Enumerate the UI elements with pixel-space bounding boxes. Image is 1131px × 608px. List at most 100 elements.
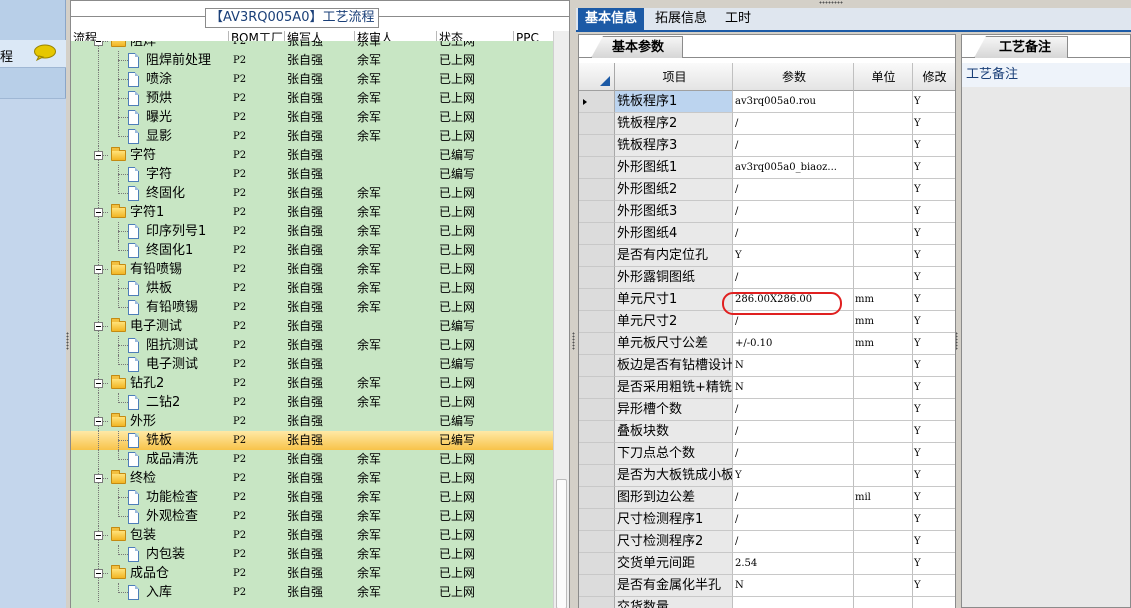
tree-node[interactable]: 入库 <box>71 583 229 602</box>
grid-row[interactable]: 外形图纸3/ Y <box>579 201 955 223</box>
grid-corner[interactable] <box>579 63 615 91</box>
grid-row[interactable]: 交货数量 <box>579 597 955 608</box>
tree-node[interactable]: 外观检查 <box>71 507 229 526</box>
grid-row[interactable]: 是否有内定位孔 Y Y <box>579 245 955 267</box>
modify-cell[interactable]: Y <box>913 421 955 443</box>
tree-row[interactable]: 包装 P2 张自强 余军 已上网 <box>71 526 554 545</box>
unit-cell[interactable] <box>854 91 913 113</box>
modify-cell[interactable]: Y <box>913 179 955 201</box>
unit-cell[interactable]: mil <box>854 487 913 509</box>
tree-row[interactable]: 电子测试 P2 张自强 已编写 <box>71 355 554 374</box>
modify-cell[interactable]: Y <box>913 135 955 157</box>
param-cell[interactable]: +/-0.10 <box>733 333 854 355</box>
unit-cell[interactable] <box>854 135 913 157</box>
param-cell[interactable]: / <box>733 311 854 333</box>
tree-node[interactable]: 电子测试 <box>71 317 229 336</box>
unit-cell[interactable] <box>854 245 913 267</box>
modify-cell[interactable]: Y <box>913 487 955 509</box>
tree-node[interactable]: 终固化1 <box>71 241 229 260</box>
row-selector[interactable] <box>579 267 615 289</box>
row-selector[interactable] <box>579 355 615 377</box>
collapse-toggle-icon[interactable] <box>94 474 103 483</box>
grid-row[interactable]: 叠板块数 / Y <box>579 421 955 443</box>
grid-row[interactable]: 外形图纸2/ Y <box>579 179 955 201</box>
tree-node[interactable]: 喷涂 <box>71 70 229 89</box>
param-cell[interactable]: 2.54 <box>733 553 854 575</box>
unit-cell[interactable] <box>854 377 913 399</box>
row-selector[interactable] <box>579 399 615 421</box>
unit-cell[interactable]: mm <box>854 311 913 333</box>
grid-row[interactable]: 单元板尺寸公差 +/-0.10 mm Y <box>579 333 955 355</box>
tree-node[interactable]: 烘板 <box>71 279 229 298</box>
grid-header-modify[interactable]: 修改 <box>913 63 955 91</box>
tree-node[interactable]: 字符 <box>71 165 229 184</box>
tree-node[interactable]: 印序列号1 <box>71 222 229 241</box>
row-selector[interactable] <box>579 487 615 509</box>
grid-row[interactable]: 铣板程序3/ Y <box>579 135 955 157</box>
tree-row[interactable]: 外观检查 P2 张自强 余军 已上网 <box>71 507 554 526</box>
tree-vertical-scrollbar[interactable] <box>553 31 569 608</box>
tree-row[interactable]: 铣板 P2 张自强 已编写 <box>71 431 554 450</box>
unit-cell[interactable] <box>854 443 913 465</box>
param-cell[interactable]: N <box>733 377 854 399</box>
tree-row[interactable]: 终固化1 P2 张自强 余军 已上网 <box>71 241 554 260</box>
param-cell[interactable]: / <box>733 267 854 289</box>
unit-cell[interactable] <box>854 421 913 443</box>
process-notes-body[interactable] <box>962 87 1130 607</box>
modify-cell[interactable]: Y <box>913 201 955 223</box>
param-cell[interactable]: av3rq005a0_biaoz... <box>733 157 854 179</box>
grid-header-unit[interactable]: 单位 <box>854 63 913 91</box>
row-selector[interactable] <box>579 377 615 399</box>
tree-node[interactable]: 预烘 <box>71 89 229 108</box>
unit-cell[interactable] <box>854 575 913 597</box>
tree-row[interactable]: 预烘 P2 张自强 余军 已上网 <box>71 89 554 108</box>
tree-row[interactable]: 电子测试 P2 张自强 已编写 <box>71 317 554 336</box>
unit-cell[interactable] <box>854 355 913 377</box>
row-selector[interactable] <box>579 245 615 267</box>
tree-row[interactable]: 烘板 P2 张自强 余军 已上网 <box>71 279 554 298</box>
grid-row[interactable]: 尺寸检测程序1/ Y <box>579 509 955 531</box>
param-cell[interactable]: / <box>733 399 854 421</box>
modify-cell[interactable]: Y <box>913 91 955 113</box>
tree-node[interactable]: 阻焊 <box>71 41 229 51</box>
tree-row[interactable]: 有铅喷锡 P2 张自强 余军 已上网 <box>71 260 554 279</box>
grid-row[interactable]: 外形图纸1 av3rq005a0_biaoz... Y <box>579 157 955 179</box>
collapse-toggle-icon[interactable] <box>94 208 103 217</box>
modify-cell[interactable]: Y <box>913 333 955 355</box>
modify-cell[interactable]: Y <box>913 443 955 465</box>
tree-node[interactable]: 钻孔2 <box>71 374 229 393</box>
param-cell[interactable]: / <box>733 179 854 201</box>
tree-row[interactable]: 外形 P2 张自强 已编写 <box>71 412 554 431</box>
tree-row[interactable]: 终固化 P2 张自强 余军 已上网 <box>71 184 554 203</box>
row-selector[interactable] <box>579 223 615 245</box>
tree-row[interactable]: 显影 P2 张自强 余军 已上网 <box>71 127 554 146</box>
tree-node[interactable]: 外形 <box>71 412 229 431</box>
row-selector[interactable] <box>579 91 615 113</box>
row-selector[interactable] <box>579 509 615 531</box>
grid-row[interactable]: 尺寸检测程序2/ Y <box>579 531 955 553</box>
tree-row[interactable]: 成品仓 P2 张自强 余军 已上网 <box>71 564 554 583</box>
tree-row[interactable]: 字符 P2 张自强 已编写 <box>71 146 554 165</box>
unit-cell[interactable] <box>854 597 913 608</box>
grid-row[interactable]: 单元尺寸2/mm Y <box>579 311 955 333</box>
tree-row[interactable]: 钻孔2 P2 张自强 余军 已上网 <box>71 374 554 393</box>
param-cell[interactable]: / <box>733 223 854 245</box>
tree-node[interactable]: 内包装 <box>71 545 229 564</box>
tree-row[interactable]: 喷涂 P2 张自强 余军 已上网 <box>71 70 554 89</box>
param-cell[interactable]: / <box>733 487 854 509</box>
tree-node[interactable]: 字符 <box>71 146 229 165</box>
param-cell[interactable]: / <box>733 201 854 223</box>
tree-row[interactable]: 字符 P2 张自强 已编写 <box>71 165 554 184</box>
grid-header-item[interactable]: 项目 <box>615 63 733 91</box>
row-selector[interactable] <box>579 443 615 465</box>
grid-row[interactable]: 是否有金属化半孔 N Y <box>579 575 955 597</box>
collapse-toggle-icon[interactable] <box>94 531 103 540</box>
row-selector[interactable] <box>579 201 615 223</box>
top-splitter-handle[interactable] <box>819 1 843 4</box>
grid-header-param[interactable]: 参数 <box>733 63 854 91</box>
collapse-toggle-icon[interactable] <box>94 322 103 331</box>
grid-row[interactable]: 单元尺寸1 286.00X286.00 mm Y <box>579 289 955 311</box>
tree-row[interactable]: 入库 P2 张自强 余军 已上网 <box>71 583 554 602</box>
tree-row[interactable]: 阻焊 P2 张自强 余军 已上网 <box>71 41 554 51</box>
tree-node[interactable]: 有铅喷锡 <box>71 298 229 317</box>
